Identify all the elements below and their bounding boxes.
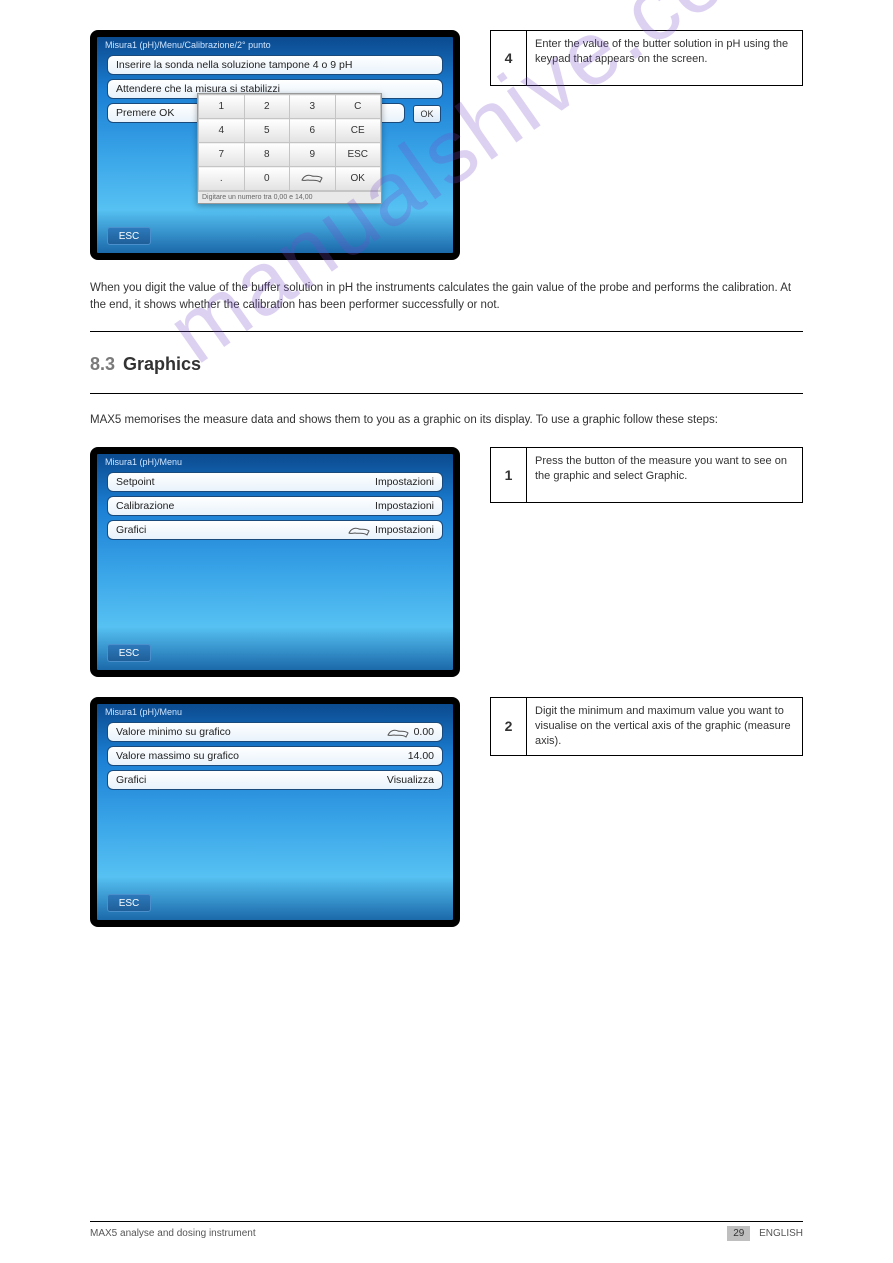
section-title: Graphics — [123, 354, 201, 374]
keypad-key-9[interactable]: 9 — [290, 143, 336, 167]
menu-label: Calibrazione — [116, 500, 174, 512]
esc-button[interactable]: ESC — [107, 894, 151, 912]
screenshot-3: Misura1 (pH)/Menu Valore minimo su grafi… — [90, 697, 460, 927]
divider — [90, 393, 803, 394]
section-heading: 8.3 Graphics — [90, 354, 803, 375]
keypad-row: 1 2 3 C — [199, 95, 381, 119]
paragraph-graphics-intro: MAX5 memorises the measure data and show… — [90, 412, 803, 429]
keypad-key-7[interactable]: 7 — [199, 143, 245, 167]
menu-item-min-value[interactable]: Valore minimo su grafico 0.00 — [107, 722, 443, 742]
keypad-key-6[interactable]: 6 — [290, 119, 336, 143]
keypad-key-4[interactable]: 4 — [199, 119, 245, 143]
screenshot-1: Misura1 (pH)/Menu/Calibrazione/2° punto … — [90, 30, 460, 260]
screenshot-2: Misura1 (pH)/Menu Setpoint Impostazioni … — [90, 447, 460, 677]
keypad-row: 4 5 6 CE — [199, 119, 381, 143]
step-number: 1 — [491, 448, 527, 502]
step-number: 2 — [491, 698, 527, 755]
menu-value: 14.00 — [408, 750, 434, 762]
instruction-text: Premere OK — [116, 107, 174, 119]
menu-label: Valore massimo su grafico — [116, 750, 239, 762]
keypad-key-hand[interactable] — [290, 167, 336, 191]
instruction-text: Inserire la sonda nella soluzione tampon… — [116, 59, 352, 71]
esc-button[interactable]: ESC — [107, 227, 151, 245]
step-number: 4 — [491, 31, 527, 85]
esc-button[interactable]: ESC — [107, 644, 151, 662]
keypad-hint: Digitare un numero tra 0,00 e 14,00 — [198, 191, 381, 203]
menu-item-setpoint[interactable]: Setpoint Impostazioni — [107, 472, 443, 492]
menu-value: Impostazioni — [375, 524, 434, 536]
menu-label: Valore minimo su grafico — [116, 726, 231, 738]
keypad-key-1[interactable]: 1 — [199, 95, 245, 119]
breadcrumb: Misura1 (pH)/Menu — [105, 707, 182, 717]
menu-value: 0.00 — [414, 726, 434, 738]
keypad-key-ce[interactable]: CE — [335, 119, 381, 143]
menu-item-graphics-view[interactable]: Grafici Visualizza — [107, 770, 443, 790]
instruction-line-1: Inserire la sonda nella soluzione tampon… — [107, 55, 443, 75]
breadcrumb: Misura1 (pH)/Menu — [105, 457, 182, 467]
step-text: Enter the value of the butter solution i… — [527, 31, 802, 85]
menu-item-calibration[interactable]: Calibrazione Impostazioni — [107, 496, 443, 516]
keypad-key-c[interactable]: C — [335, 95, 381, 119]
keypad-key-0[interactable]: 0 — [244, 167, 290, 191]
step-caption-2: 2 Digit the minimum and maximum value yo… — [490, 697, 803, 756]
menu-label: Grafici — [116, 774, 146, 786]
hand-icon — [300, 170, 324, 184]
keypad-key-5[interactable]: 5 — [244, 119, 290, 143]
keypad-key-ok[interactable]: OK — [335, 167, 381, 191]
hand-icon — [386, 725, 410, 739]
hand-icon — [347, 523, 371, 537]
menu-value: Impostazioni — [375, 476, 434, 488]
numeric-keypad: 1 2 3 C 4 5 6 CE 7 8 9 E — [197, 93, 382, 204]
keypad-key-2[interactable]: 2 — [244, 95, 290, 119]
keypad-key-3[interactable]: 3 — [290, 95, 336, 119]
menu-label: Grafici — [116, 524, 146, 536]
divider — [90, 331, 803, 332]
menu-item-max-value[interactable]: Valore massimo su grafico 14.00 — [107, 746, 443, 766]
section-number: 8.3 — [90, 354, 115, 374]
step-text: Digit the minimum and maximum value you … — [527, 698, 802, 755]
keypad-key-8[interactable]: 8 — [244, 143, 290, 167]
step-caption-4: 4 Enter the value of the butter solution… — [490, 30, 803, 86]
page-number: 29 — [727, 1226, 750, 1241]
step-text: Press the button of the measure you want… — [527, 448, 802, 502]
keypad-key-esc[interactable]: ESC — [335, 143, 381, 167]
page-footer: MAX5 analyse and dosing instrument 29 EN… — [90, 1221, 803, 1239]
menu-value: Impostazioni — [375, 500, 434, 512]
menu-value: Visualizza — [387, 774, 434, 786]
keypad-key-dot[interactable]: . — [199, 167, 245, 191]
menu-label: Setpoint — [116, 476, 155, 488]
paragraph-calibration-note: When you digit the value of the buffer s… — [90, 280, 803, 313]
keypad-row: . 0 OK — [199, 167, 381, 191]
menu-item-graphics[interactable]: Grafici Impostazioni — [107, 520, 443, 540]
keypad-row: 7 8 9 ESC — [199, 143, 381, 167]
ok-button[interactable]: OK — [413, 105, 441, 123]
breadcrumb: Misura1 (pH)/Menu/Calibrazione/2° punto — [105, 40, 271, 50]
footer-product-name: MAX5 analyse and dosing instrument — [90, 1228, 256, 1239]
step-caption-1: 1 Press the button of the measure you wa… — [490, 447, 803, 503]
footer-language: ENGLISH — [759, 1228, 803, 1239]
